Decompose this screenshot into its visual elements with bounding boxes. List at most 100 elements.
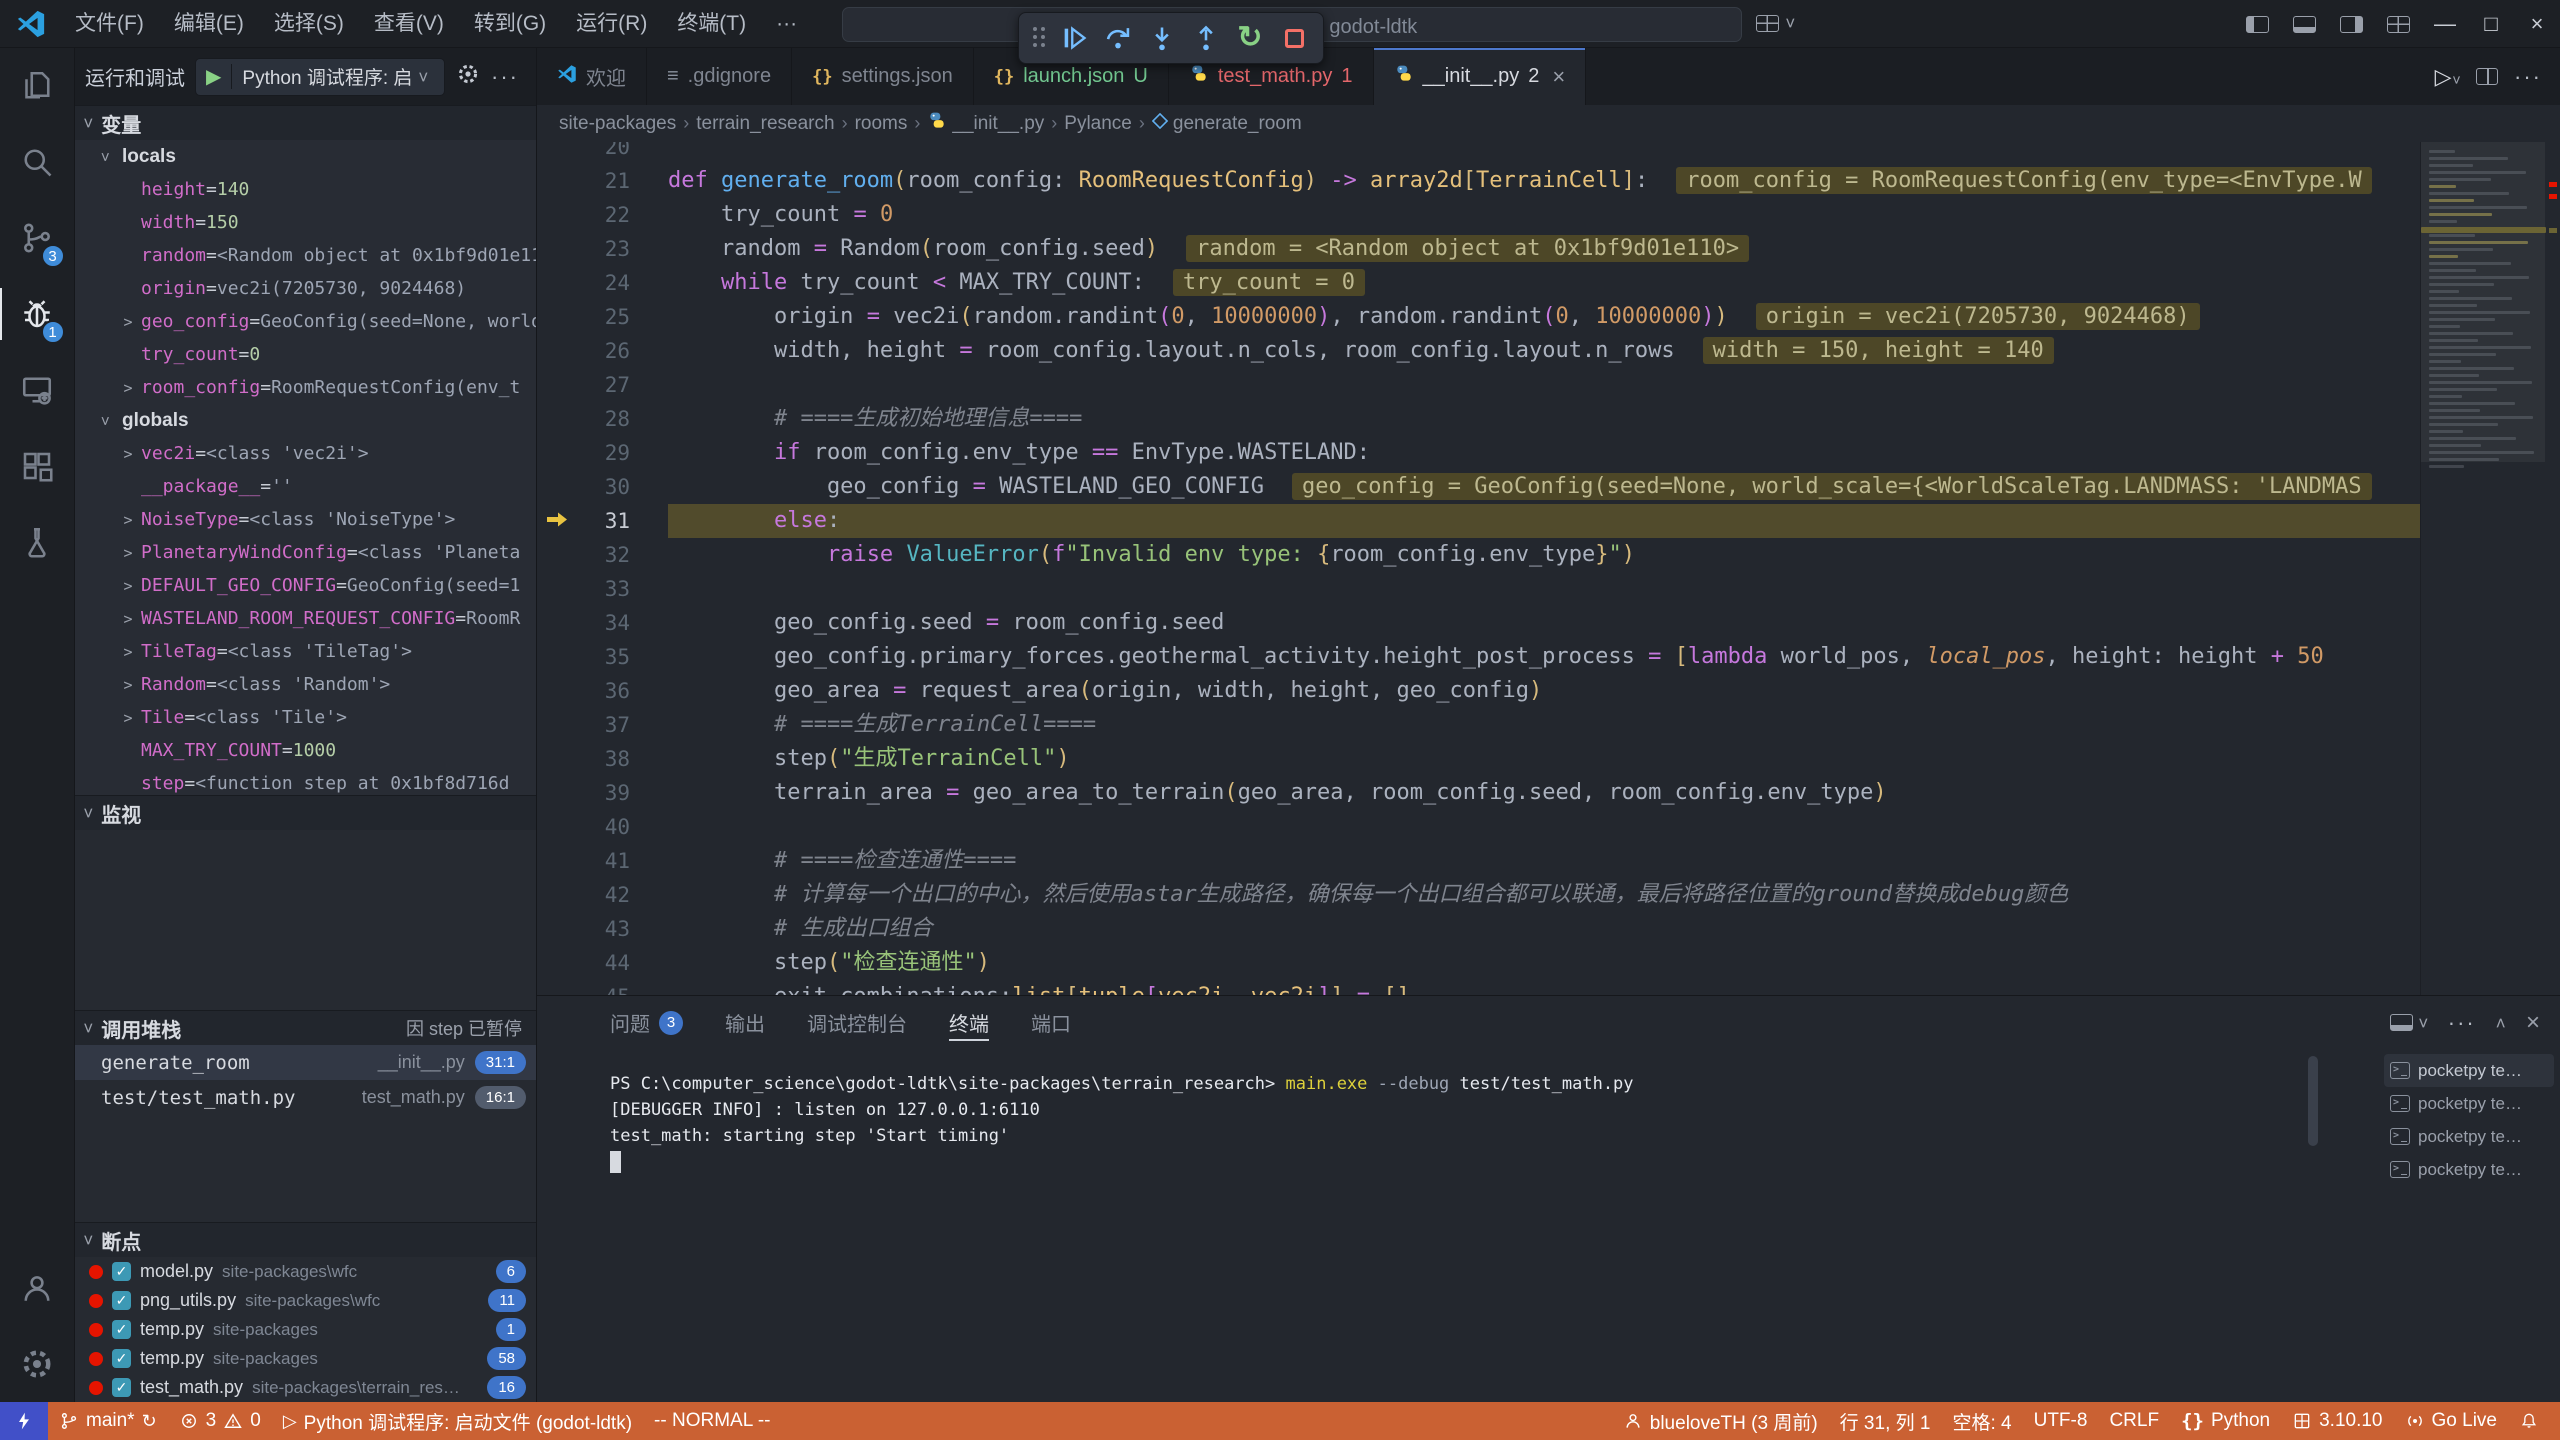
line-number-24[interactable]: 24	[537, 271, 668, 295]
panel-tab-调试控制台[interactable]: 调试控制台	[807, 996, 907, 1049]
breadcrumb-item-__init__.py[interactable]: __init__.py	[927, 111, 1044, 137]
status-text-r4[interactable]: CRLF	[2098, 1402, 2170, 1440]
python-interpreter-version[interactable]: ">3.10.10	[2281, 1402, 2393, 1440]
customize-layout-icon[interactable]	[2387, 16, 2410, 33]
go-live-button[interactable]: ">Go Live	[2394, 1402, 2508, 1440]
terminal-instance-1[interactable]: pocketpy te…	[2384, 1054, 2554, 1087]
variable-geo_config[interactable]: >geo_config = GeoConfig(seed=None, world…	[75, 305, 536, 338]
status-text-l4[interactable]: -- NORMAL --	[643, 1402, 781, 1440]
line-number-21[interactable]: 21	[537, 169, 668, 193]
layout-quick-icon[interactable]: >	[1756, 13, 1795, 33]
maximize-button[interactable]: □	[2468, 0, 2514, 48]
variable-__package__[interactable]: __package__ = ''	[75, 470, 536, 503]
line-number-34[interactable]: 34	[537, 611, 668, 635]
callstack-section-header[interactable]: > 调用堆栈 因 step 已暂停	[75, 1010, 536, 1045]
variable-room_config[interactable]: >room_config = RoomRequestConfig(env_t	[75, 371, 536, 404]
line-number-36[interactable]: 36	[537, 679, 668, 703]
menu-item-终端(T)[interactable]: 终端(T)	[662, 0, 761, 48]
line-number-27[interactable]: 27	[537, 373, 668, 397]
step-over-button[interactable]	[1103, 23, 1133, 53]
continue-button[interactable]	[1059, 23, 1089, 53]
line-number-22[interactable]: 22	[537, 203, 668, 227]
debug-config-dropdown[interactable]: ▶ Python 调试程序: 启 >	[195, 58, 445, 96]
variable-step[interactable]: step = <function step at 0x1bf8d716d	[75, 767, 536, 795]
line-number-41[interactable]: 41	[537, 849, 668, 873]
menu-item-编辑(E)[interactable]: 编辑(E)	[159, 0, 259, 48]
variable-PlanetaryWindConfig[interactable]: >PlanetaryWindConfig = <class 'Planeta	[75, 536, 536, 569]
notifications-bell-icon[interactable]: ">	[2508, 1402, 2550, 1440]
breakpoint-temp.py-1[interactable]: ✓temp.pysite-packages1	[75, 1315, 536, 1344]
breakpoint-temp.py-58[interactable]: ✓temp.pysite-packages58	[75, 1344, 536, 1373]
remote-indicator[interactable]	[0, 1402, 48, 1440]
line-number-30[interactable]: 30	[537, 475, 668, 499]
start-debug-icon[interactable]: ▶	[196, 64, 232, 89]
minimize-button[interactable]: —	[2422, 0, 2468, 48]
breakpoint-checkbox[interactable]: ✓	[112, 1262, 131, 1281]
variable-try_count[interactable]: try_count = 0	[75, 338, 536, 371]
breadcrumb-item-Pylance[interactable]: Pylance	[1064, 113, 1132, 135]
terminal-output[interactable]: PS C:\computer_science\godot-ldtk\site-p…	[610, 1071, 2300, 1402]
breakpoint-checkbox[interactable]: ✓	[112, 1291, 131, 1310]
line-number-38[interactable]: 38	[537, 747, 668, 771]
panel-more-actions-icon[interactable]: ···	[2448, 1010, 2476, 1036]
explorer-icon[interactable]	[0, 48, 75, 124]
testing-icon[interactable]	[0, 504, 75, 580]
line-number-42[interactable]: 42	[537, 883, 668, 907]
toggle-panel-icon[interactable]	[2293, 16, 2316, 33]
menu-item-转到(G)[interactable]: 转到(G)	[459, 0, 561, 48]
close-icon[interactable]: ×	[1552, 64, 1565, 90]
line-number-23[interactable]: 23	[537, 237, 668, 261]
language-mode[interactable]: {}Python	[2170, 1402, 2281, 1440]
problems-status[interactable]: 30	[168, 1402, 272, 1440]
breakpoints-section-header[interactable]: > 断点	[75, 1222, 536, 1257]
breadcrumb-item-terrain_research[interactable]: terrain_research	[696, 113, 834, 135]
breakpoint-model.py-6[interactable]: ✓model.pysite-packages\wfc6	[75, 1257, 536, 1286]
gear-icon[interactable]	[455, 61, 481, 92]
menu-item-选择(S)[interactable]: 选择(S)	[259, 0, 359, 48]
panel-tab-端口[interactable]: 端口	[1031, 996, 1071, 1049]
split-editor-icon[interactable]	[2476, 68, 2498, 85]
line-number-25[interactable]: 25	[537, 305, 668, 329]
tab-__init__.py[interactable]: __init__.py2×	[1374, 48, 1587, 105]
variable-Random[interactable]: >Random = <class 'Random'>	[75, 668, 536, 701]
run-debug-icon[interactable]: 1	[0, 276, 75, 352]
line-number-45[interactable]: 45	[537, 985, 668, 995]
line-number-28[interactable]: 28	[537, 407, 668, 431]
panel-layout-icon[interactable]: >	[2390, 1013, 2428, 1033]
terminal-instance-2[interactable]: pocketpy te…	[2384, 1087, 2554, 1120]
line-number-43[interactable]: 43	[537, 917, 668, 941]
breakpoint-png_utils.py-11[interactable]: ✓png_utils.pysite-packages\wfc11	[75, 1286, 536, 1315]
panel-tab-终端[interactable]: 终端	[949, 996, 989, 1049]
line-number-44[interactable]: 44	[537, 951, 668, 975]
line-number-33[interactable]: 33	[537, 577, 668, 601]
watch-section-header[interactable]: > 监视	[75, 795, 536, 830]
run-file-button[interactable]: ▷>	[2435, 64, 2460, 90]
toggle-sidebar-icon[interactable]	[2246, 16, 2269, 33]
close-panel-icon[interactable]: ×	[2526, 1009, 2540, 1037]
tab-欢迎[interactable]: 欢迎	[537, 48, 647, 105]
stop-button[interactable]	[1279, 23, 1309, 53]
breakpoint-checkbox[interactable]: ✓	[112, 1320, 131, 1339]
variable-MAX_TRY_COUNT[interactable]: MAX_TRY_COUNT = 1000	[75, 734, 536, 767]
restart-button[interactable]: ↻	[1235, 23, 1265, 53]
git-branch-status[interactable]: ">main*↻	[48, 1402, 168, 1440]
variable-height[interactable]: height = 140	[75, 173, 536, 206]
status-text-r3[interactable]: UTF-8	[2023, 1402, 2099, 1440]
variable-WASTELAND_ROOM_REQUEST_CONFIG[interactable]: >WASTELAND_ROOM_REQUEST_CONFIG = RoomR	[75, 602, 536, 635]
variable-width[interactable]: width = 150	[75, 206, 536, 239]
panel-tab-问题[interactable]: 问题3	[610, 996, 683, 1049]
search-icon[interactable]	[0, 124, 75, 200]
terminal-instance-3[interactable]: pocketpy te…	[2384, 1120, 2554, 1153]
line-number-26[interactable]: 26	[537, 339, 668, 363]
more-actions-icon[interactable]: ···	[491, 64, 519, 90]
stack-frame-test/test_math.py[interactable]: test/test_math.pytest_math.py16:1	[75, 1080, 536, 1115]
toggle-secondary-sidebar-icon[interactable]	[2340, 16, 2363, 33]
status-text-r2[interactable]: 空格: 4	[1941, 1402, 2022, 1440]
variables-section-header[interactable]: > 变量	[75, 105, 536, 140]
breadcrumb-item-rooms[interactable]: rooms	[855, 113, 908, 135]
breadcrumb-item-site-packages[interactable]: site-packages	[559, 113, 676, 135]
drag-grip-icon[interactable]	[1033, 27, 1045, 49]
tab-settings.json[interactable]: {}settings.json	[792, 48, 974, 105]
debug-status[interactable]: ▷Python 调试程序: 启动文件 (godot-ldtk)	[272, 1402, 643, 1440]
account-icon[interactable]	[0, 1250, 75, 1326]
